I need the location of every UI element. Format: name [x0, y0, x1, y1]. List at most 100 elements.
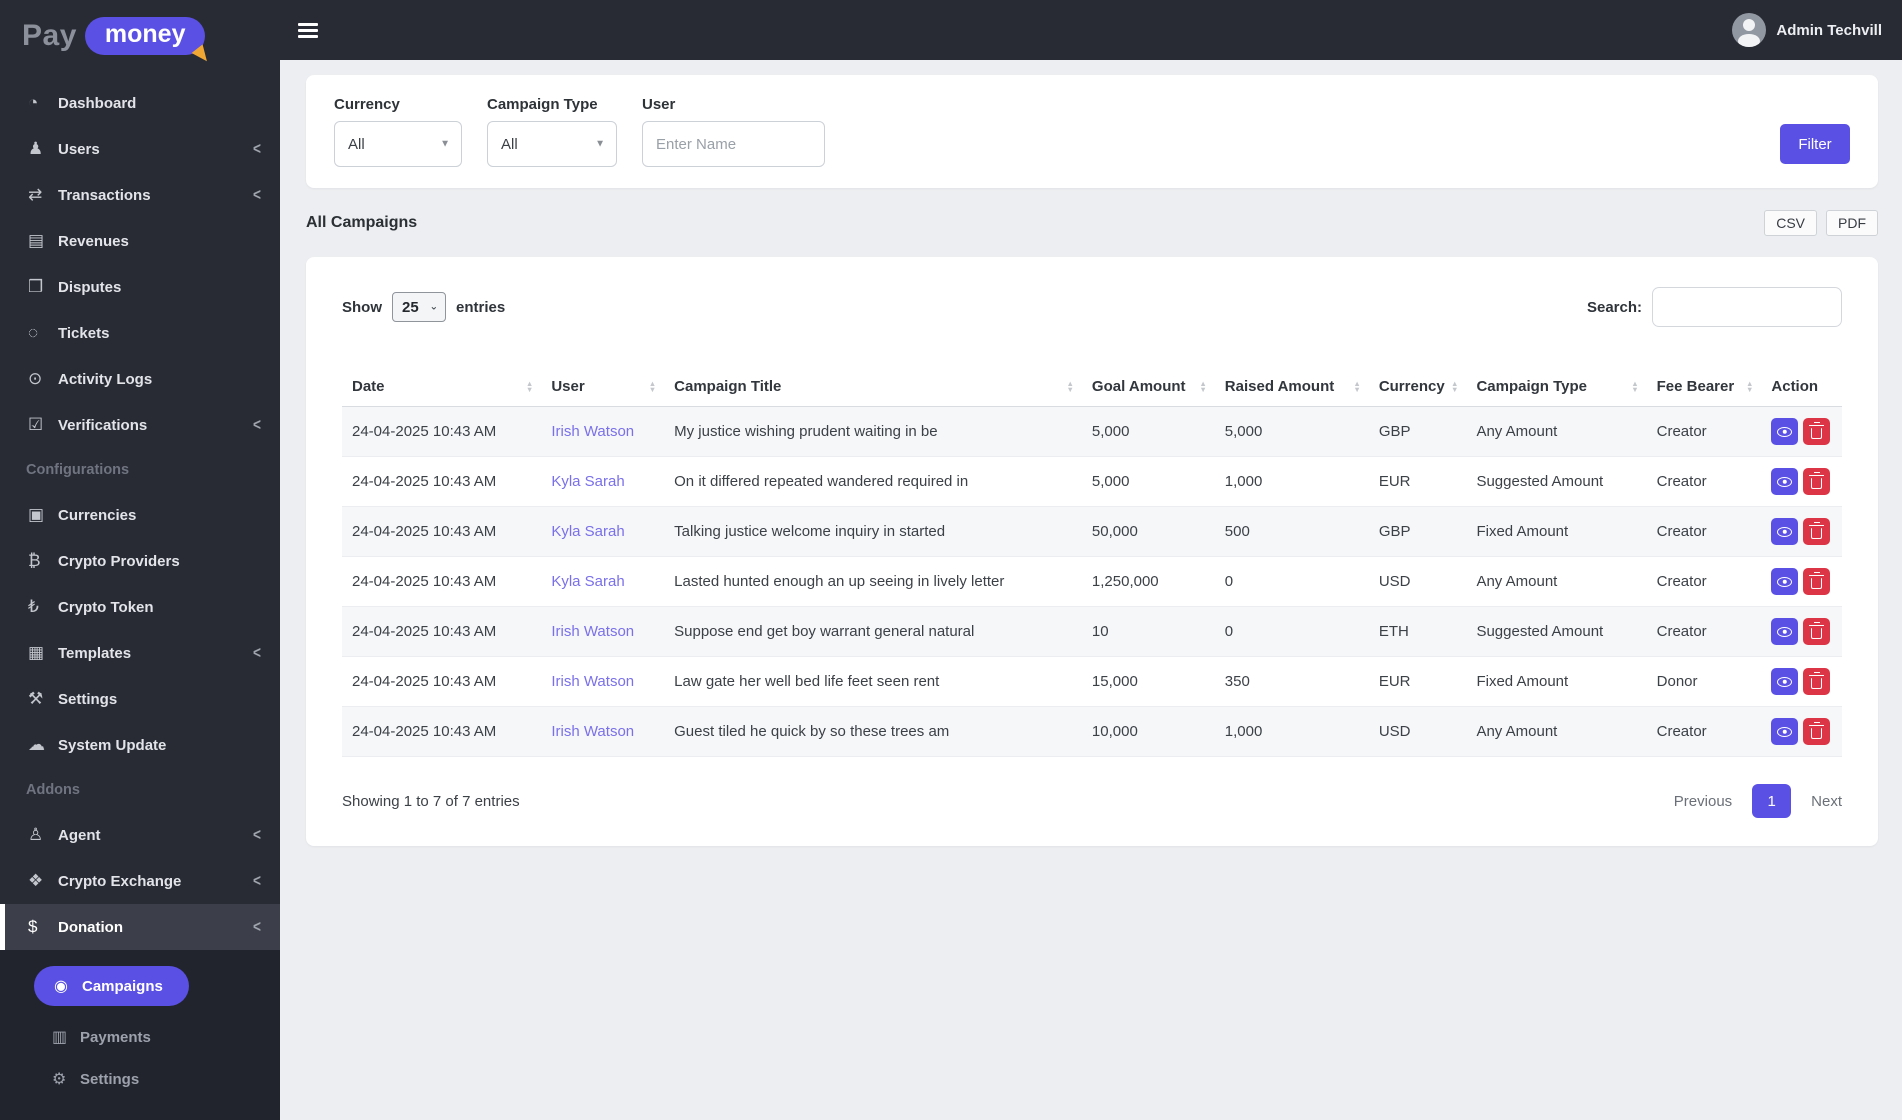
sidebar-item-system-update[interactable]: ☁System Update: [0, 722, 280, 768]
action-cell: [1771, 468, 1832, 495]
goal-amount-cell: 15,000: [1082, 657, 1215, 707]
col-header-fee-bearer[interactable]: Fee Bearer▲▼: [1647, 367, 1762, 407]
sidebar-subitem-campaigns[interactable]: ◉Campaigns: [34, 966, 189, 1006]
campaign-type-cell: Any Amount: [1466, 407, 1646, 457]
view-button[interactable]: [1771, 468, 1798, 495]
sidebar-item-activity-logs[interactable]: ⊙Activity Logs: [0, 356, 280, 402]
col-header-currency[interactable]: Currency▲▼: [1369, 367, 1467, 407]
user-menu[interactable]: Admin Techvill: [1732, 13, 1882, 47]
sidebar-item-verifications[interactable]: ☑Verifications<: [0, 402, 280, 448]
currency-filter-select[interactable]: All: [334, 121, 462, 167]
sidebar-item-label: Transactions: [58, 187, 151, 204]
table-row: 24-04-2025 10:43 AM Irish Watson Law gate …: [342, 657, 1842, 707]
delete-button[interactable]: [1803, 618, 1830, 645]
date-cell: 24-04-2025 10:43 AM: [342, 657, 541, 707]
eye-icon: [1777, 477, 1792, 487]
user-link[interactable]: Irish Watson: [551, 623, 634, 640]
action-cell-wrap: [1761, 607, 1842, 657]
sidebar-subitem-payments[interactable]: ▥Payments: [0, 1016, 280, 1058]
search-input[interactable]: [1652, 287, 1842, 327]
sidebar-item-currencies[interactable]: ▣Currencies: [0, 492, 280, 538]
chevron-left-icon: <: [253, 917, 261, 937]
view-button[interactable]: [1771, 418, 1798, 445]
next-page-button[interactable]: Next: [1811, 793, 1842, 810]
sidebar-subitem-settings[interactable]: ⚙Settings: [0, 1058, 280, 1100]
avatar: [1732, 13, 1766, 47]
sidebar-item-crypto-exchange[interactable]: ❖Crypto Exchange<: [0, 858, 280, 904]
brand-text-money: money: [85, 17, 206, 55]
filter-button[interactable]: Filter: [1780, 124, 1850, 164]
view-button[interactable]: [1771, 668, 1798, 695]
sidebar-item-templates[interactable]: ▦Templates<: [0, 630, 280, 676]
chevron-left-icon: <: [253, 871, 261, 891]
delete-button[interactable]: [1803, 418, 1830, 445]
sidebar-item-donation[interactable]: $Donation<: [0, 904, 280, 950]
sidebar-item-label: Activity Logs: [58, 371, 152, 388]
sidebar-item-agent[interactable]: ♙Agent<: [0, 812, 280, 858]
payments-icon: ▥: [52, 1027, 80, 1047]
view-button[interactable]: [1771, 518, 1798, 545]
col-header-label: Date: [352, 378, 385, 395]
view-button[interactable]: [1771, 718, 1798, 745]
col-header-raised-amount[interactable]: Raised Amount▲▼: [1215, 367, 1369, 407]
disputes-icon: ❒: [28, 277, 58, 297]
page-size-select[interactable]: 25: [392, 292, 446, 322]
col-header-user[interactable]: User▲▼: [541, 367, 664, 407]
hamburger-menu-icon[interactable]: [290, 15, 326, 46]
goal-amount-cell: 10: [1082, 607, 1215, 657]
previous-page-button[interactable]: Previous: [1674, 793, 1732, 810]
delete-button[interactable]: [1803, 718, 1830, 745]
campaign-type-cell: Any Amount: [1466, 557, 1646, 607]
user-filter-input[interactable]: [642, 121, 825, 167]
csv-export-button[interactable]: CSV: [1764, 210, 1817, 236]
sidebar-item-settings[interactable]: ⚒Settings: [0, 676, 280, 722]
trash-icon: [1811, 428, 1822, 439]
chevron-left-icon: <: [253, 643, 261, 663]
delete-button[interactable]: [1803, 518, 1830, 545]
delete-button[interactable]: [1803, 468, 1830, 495]
view-button[interactable]: [1771, 618, 1798, 645]
col-header-date[interactable]: Date▲▼: [342, 367, 541, 407]
fee-bearer-cell: Creator: [1647, 457, 1762, 507]
col-header-campaign-type[interactable]: Campaign Type▲▼: [1466, 367, 1646, 407]
col-header-campaign-title[interactable]: Campaign Title▲▼: [664, 367, 1082, 407]
campaign-type-cell: Suggested Amount: [1466, 457, 1646, 507]
donation-settings-icon: ⚙: [52, 1069, 80, 1089]
activity-logs-icon: ⊙: [28, 369, 58, 389]
user-link[interactable]: Irish Watson: [551, 423, 634, 440]
entries-label: entries: [456, 299, 505, 316]
col-header-goal-amount[interactable]: Goal Amount▲▼: [1082, 367, 1215, 407]
campaign-type-filter-select[interactable]: All: [487, 121, 617, 167]
user-link[interactable]: Irish Watson: [551, 723, 634, 740]
user-link[interactable]: Kyla Sarah: [551, 573, 624, 590]
currency-cell: USD: [1369, 557, 1467, 607]
sidebar-item-revenues[interactable]: ▤Revenues: [0, 218, 280, 264]
brand-logo[interactable]: Pay money: [0, 0, 280, 72]
trash-icon: [1811, 578, 1822, 589]
revenues-icon: ▤: [28, 231, 58, 251]
user-cell: Irish Watson: [541, 407, 664, 457]
user-filter-label: User: [642, 96, 825, 113]
sidebar-item-crypto-providers[interactable]: ₿Crypto Providers: [0, 538, 280, 584]
sidebar-item-crypto-token[interactable]: ₺Crypto Token: [0, 584, 280, 630]
sort-icon: ▲▼: [1451, 381, 1458, 393]
sidebar-subitem-label: Payments: [80, 1029, 151, 1046]
cursor-arrow-icon: [192, 44, 213, 65]
user-link[interactable]: Kyla Sarah: [551, 473, 624, 490]
delete-button[interactable]: [1803, 668, 1830, 695]
page-number-button[interactable]: 1: [1752, 784, 1791, 818]
action-cell: [1771, 418, 1832, 445]
view-button[interactable]: [1771, 568, 1798, 595]
campaigns-icon: ◉: [54, 976, 82, 996]
sidebar-item-disputes[interactable]: ❒Disputes: [0, 264, 280, 310]
user-link[interactable]: Irish Watson: [551, 673, 634, 690]
campaign-title-cell: Law gate her well bed life feet seen ren…: [664, 657, 1082, 707]
pdf-export-button[interactable]: PDF: [1826, 210, 1878, 236]
sidebar-item-users[interactable]: ♟Users<: [0, 126, 280, 172]
delete-button[interactable]: [1803, 568, 1830, 595]
sidebar-item-tickets[interactable]: ◌Tickets: [0, 310, 280, 356]
user-link[interactable]: Kyla Sarah: [551, 523, 624, 540]
sidebar-item-dashboard[interactable]: ◔Dashboard: [0, 80, 280, 126]
sidebar-item-transactions[interactable]: ⇄Transactions<: [0, 172, 280, 218]
sort-icon: ▲▼: [1353, 381, 1360, 393]
